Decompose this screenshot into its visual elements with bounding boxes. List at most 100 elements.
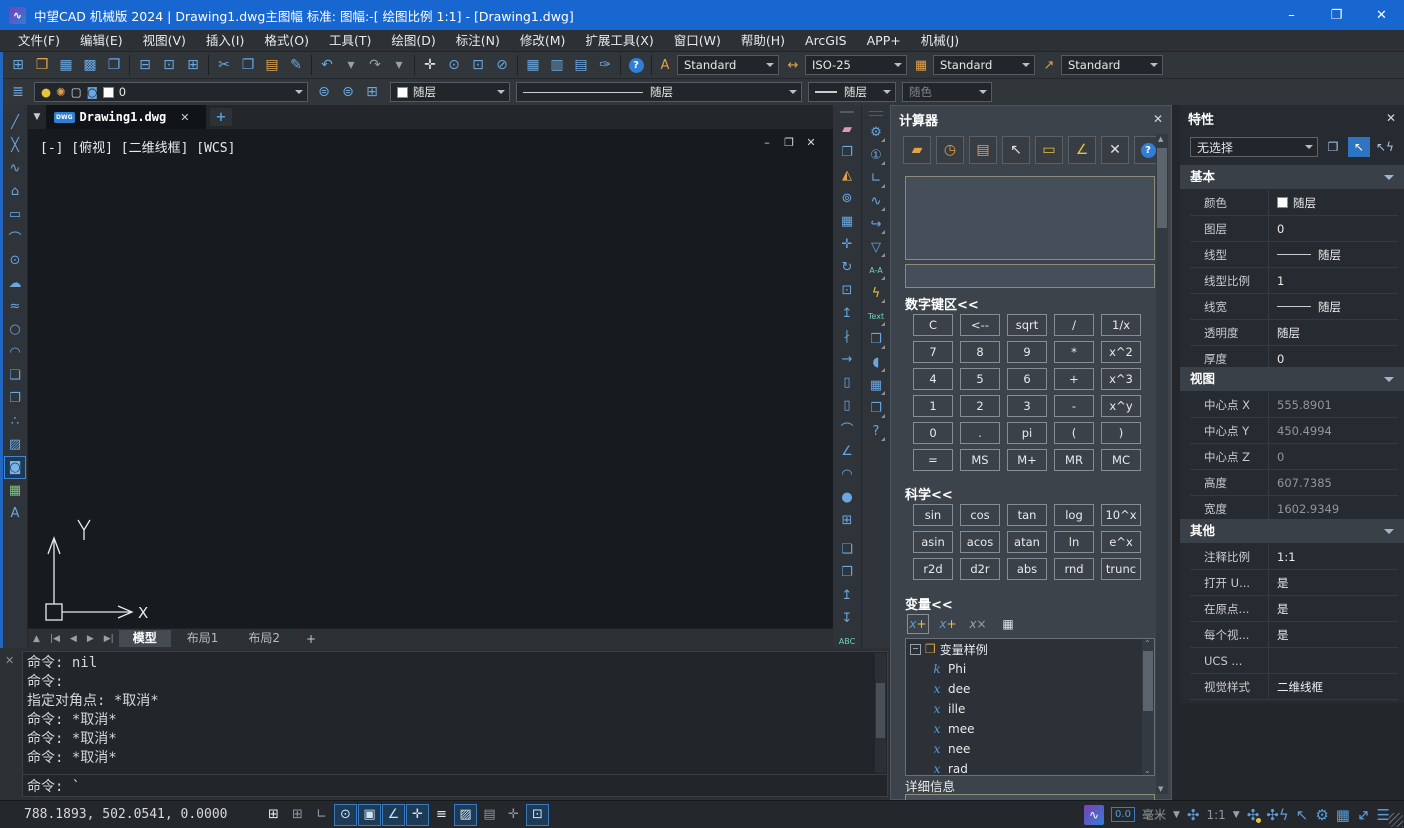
property-value[interactable]: 607.7385: [1268, 470, 1398, 495]
property-value[interactable]: 450.4994: [1268, 418, 1398, 443]
text-annotation-button[interactable]: Text: [865, 305, 887, 328]
linetype-combo[interactable]: 随层: [516, 82, 802, 102]
send-to-back-tool[interactable]: ❐: [836, 561, 858, 584]
calc-key[interactable]: 2: [960, 395, 1000, 417]
copy-button[interactable]: ❐: [236, 54, 260, 76]
calc-sci-key[interactable]: cos: [960, 504, 1000, 526]
stretch-tool[interactable]: ↥: [836, 302, 858, 325]
command-window-close-icon[interactable]: ✕: [5, 654, 14, 667]
help-button[interactable]: ?: [624, 54, 648, 76]
menu-item[interactable]: 扩展工具(X): [575, 30, 663, 52]
property-value[interactable]: 随层: [1268, 242, 1398, 267]
calc-sci-key[interactable]: atan: [1007, 531, 1047, 553]
menu-item[interactable]: 标注(N): [446, 30, 510, 52]
osnap-toggle[interactable]: ▣: [358, 804, 381, 826]
property-value[interactable]: [1268, 648, 1398, 673]
customization-menu-button[interactable]: ☰: [1377, 806, 1390, 824]
property-value[interactable]: 1: [1268, 268, 1398, 293]
layout-last-button[interactable]: ▶|: [99, 634, 119, 644]
paste-to-commandline-button[interactable]: ▤: [969, 136, 997, 164]
toggle-pickadd-button[interactable]: ↖ϟ: [1374, 137, 1396, 157]
calc-key[interactable]: x^2: [1101, 341, 1141, 363]
zwcad-logo-icon[interactable]: ∿: [1084, 805, 1104, 825]
dynamic-input-toggle[interactable]: ✛: [406, 804, 429, 826]
variable-item[interactable]: x ille: [906, 699, 1154, 719]
mleader-style-combo[interactable]: ↗ Standard: [1039, 55, 1163, 75]
delete-variable-button[interactable]: x×: [967, 614, 989, 634]
layout-tab[interactable]: 布局2: [234, 630, 294, 647]
calc-key[interactable]: .: [960, 422, 1000, 444]
menu-item[interactable]: 格式(O): [254, 30, 319, 52]
resize-grip[interactable]: [1389, 813, 1403, 827]
menu-item[interactable]: 视图(V): [133, 30, 196, 52]
viewport-restore-button[interactable]: ❐: [781, 135, 797, 149]
mirror-tool[interactable]: ◭: [836, 164, 858, 187]
array-tool[interactable]: ▦: [836, 210, 858, 233]
print-button[interactable]: ⊟: [133, 54, 157, 76]
chamfer-tool[interactable]: ∠: [836, 440, 858, 463]
menu-item[interactable]: 编辑(E): [70, 30, 133, 52]
bring-to-front-tool[interactable]: ❏: [836, 538, 858, 561]
calc-sci-key[interactable]: rnd: [1054, 558, 1094, 580]
layer-viewport-icon[interactable]: ▢: [71, 85, 82, 99]
pan-button[interactable]: ✛: [418, 54, 442, 76]
keypad-section-title[interactable]: 数字键区<<: [905, 294, 979, 313]
calc-key[interactable]: 9: [1007, 341, 1047, 363]
layout-next-button[interactable]: ▶: [82, 634, 99, 644]
annotation-scale-icon[interactable]: ✣: [1187, 806, 1200, 824]
otrack-toggle[interactable]: ∠: [382, 804, 405, 826]
calc-sci-key[interactable]: acos: [960, 531, 1000, 553]
units-precision-badge[interactable]: 0.0: [1111, 807, 1135, 822]
line-tool[interactable]: ╱: [4, 111, 26, 134]
circle-tool[interactable]: ⊙: [4, 249, 26, 272]
scrollbar-thumb[interactable]: [1157, 148, 1167, 228]
revcloud-tool[interactable]: ☁: [4, 272, 26, 295]
property-value[interactable]: 随层: [1268, 190, 1398, 215]
calc-key[interactable]: =: [913, 449, 953, 471]
clear-button[interactable]: ▰: [903, 136, 931, 164]
new-layout-button[interactable]: +: [296, 632, 326, 646]
section-basic-header[interactable]: 基本: [1180, 165, 1404, 189]
calc-key[interactable]: <--: [960, 314, 1000, 336]
save-button[interactable]: ▦: [54, 54, 78, 76]
quick-select-button[interactable]: ❐: [1322, 137, 1344, 157]
coordinate-dimension-button[interactable]: ∟: [865, 167, 887, 190]
zoom-realtime-button[interactable]: ⊙: [442, 54, 466, 76]
breakline-button[interactable]: ∿: [865, 190, 887, 213]
calculator-close-icon[interactable]: ✕: [1153, 112, 1163, 126]
selection-combo[interactable]: 无选择: [1190, 137, 1318, 157]
table-style-combo[interactable]: ▦ Standard: [911, 55, 1035, 75]
get-coordinates-button[interactable]: ↖: [1002, 136, 1030, 164]
join-tool[interactable]: ⌒: [836, 417, 858, 440]
calc-sci-key[interactable]: abs: [1007, 558, 1047, 580]
toolbar-grip[interactable]: [840, 111, 854, 113]
scale-tool[interactable]: ⊡: [836, 279, 858, 302]
lineweight-toggle[interactable]: ≡: [430, 804, 453, 826]
mech-help-button[interactable]: ?: [865, 420, 887, 443]
calc-key[interactable]: x^3: [1101, 368, 1141, 390]
section-other-header[interactable]: 其他: [1180, 519, 1404, 543]
design-center-button[interactable]: ▥: [545, 54, 569, 76]
calc-key[interactable]: MS: [960, 449, 1000, 471]
make-block-tool[interactable]: ❐: [4, 387, 26, 410]
tree-scrollbar[interactable]: [1142, 639, 1154, 775]
polyline-tool[interactable]: ∿: [4, 157, 26, 180]
break-tool[interactable]: ▯: [836, 394, 858, 417]
surface-finish-button[interactable]: ▽: [865, 236, 887, 259]
layout-collapse-button[interactable]: ▲: [28, 634, 45, 644]
mtext-tool[interactable]: A: [4, 502, 26, 525]
return-to-calculator-button[interactable]: ▦: [997, 614, 1019, 634]
weld-symbol-button[interactable]: ▦: [865, 374, 887, 397]
menu-item[interactable]: 机械(J): [911, 30, 969, 52]
viewport-controls[interactable]: [-] [俯视] [二维线框] [WCS]: [40, 137, 235, 156]
bring-above-objects-tool[interactable]: ↥: [836, 584, 858, 607]
variable-item[interactable]: x mee: [906, 719, 1154, 739]
calc-sci-key[interactable]: asin: [913, 531, 953, 553]
extend-tool[interactable]: →: [836, 348, 858, 371]
property-value[interactable]: 1602.9349: [1268, 496, 1398, 521]
variable-item[interactable]: x nee: [906, 739, 1154, 759]
publish-button[interactable]: ⊞: [181, 54, 205, 76]
maximize-button[interactable]: ❐: [1314, 0, 1359, 30]
layout-prev-button[interactable]: ◀: [65, 634, 82, 644]
offset-tool[interactable]: ⊚: [836, 187, 858, 210]
